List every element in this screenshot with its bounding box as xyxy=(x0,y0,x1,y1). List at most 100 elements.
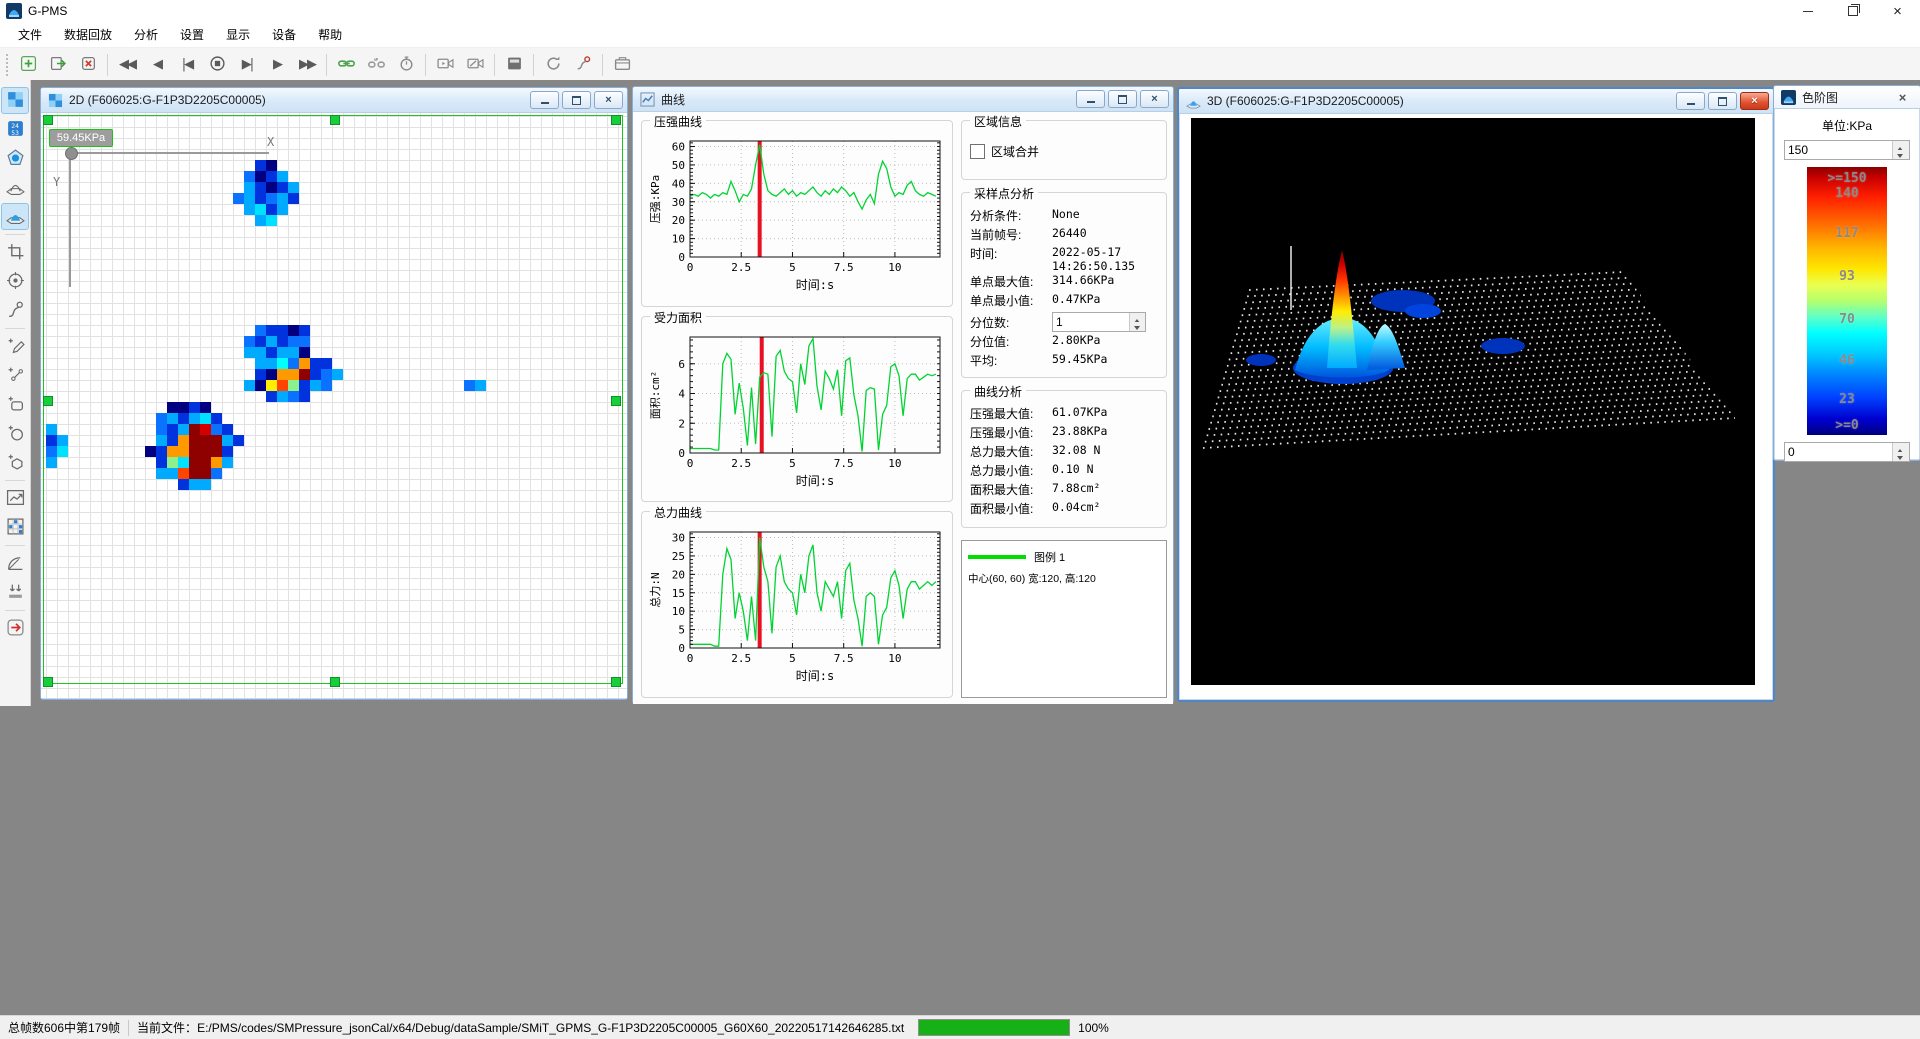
menu-item-0[interactable]: 文件 xyxy=(8,23,52,46)
selection-handle[interactable] xyxy=(611,677,621,687)
pressure-cell xyxy=(46,457,57,468)
press-analysis-button[interactable] xyxy=(1,579,29,606)
scale-min-input[interactable] xyxy=(1784,442,1910,462)
new-session-button[interactable] xyxy=(13,51,43,79)
add-line-button[interactable] xyxy=(1,362,29,389)
checkbox-box-icon[interactable] xyxy=(970,144,985,159)
surface-3d-view[interactable] xyxy=(1191,118,1755,685)
unlink-device-button[interactable] xyxy=(361,51,391,79)
pressure-cell xyxy=(211,457,222,468)
colormap-close-button[interactable]: × xyxy=(1889,89,1916,105)
window-curves-minimize-button[interactable] xyxy=(1076,90,1105,108)
refresh-button[interactable] xyxy=(538,51,568,79)
window-3d-maximize-button[interactable] xyxy=(1708,92,1737,110)
window-curves-maximize-button[interactable] xyxy=(1108,90,1137,108)
menu-item-2[interactable]: 分析 xyxy=(124,23,168,46)
minimize-button[interactable] xyxy=(1785,0,1830,22)
pressure-curve-chart[interactable]: 010203040506002.557.510压强:KPa时间:s xyxy=(646,133,948,293)
menu-item-6[interactable]: 帮助 xyxy=(308,23,352,46)
area-curve-chart[interactable]: 024602.557.510面积:cm²时间:s xyxy=(646,329,948,489)
selection-handle[interactable] xyxy=(43,677,53,687)
pressure-cell xyxy=(222,435,233,446)
video-stop-button[interactable] xyxy=(460,51,490,79)
menu-item-5[interactable]: 设备 xyxy=(262,23,306,46)
add-circle-button[interactable] xyxy=(1,420,29,447)
video-start-button[interactable] xyxy=(430,51,460,79)
export-data-button[interactable] xyxy=(1,615,29,642)
colormap-title: 色阶图 xyxy=(1802,89,1838,106)
window-2d-close-button[interactable]: × xyxy=(594,91,623,109)
svg-text:5: 5 xyxy=(789,457,796,470)
selection-handle[interactable] xyxy=(330,115,340,125)
export-file-button[interactable] xyxy=(43,51,73,79)
track-path-button[interactable] xyxy=(1,297,29,324)
view-values-button[interactable]: 2453 xyxy=(1,116,29,143)
play-button[interactable]: ▶ xyxy=(262,51,292,79)
selection-handle[interactable] xyxy=(611,115,621,125)
quantile-value-field[interactable] xyxy=(1053,313,1129,331)
quantile-input[interactable] xyxy=(1052,312,1146,332)
chart-tool-button[interactable] xyxy=(1,485,29,512)
selection-handle[interactable] xyxy=(43,396,53,406)
quantile-spinner[interactable] xyxy=(1129,313,1145,331)
menu-item-4[interactable]: 显示 xyxy=(216,23,260,46)
svg-text:时间:s: 时间:s xyxy=(796,669,834,683)
skip-backward-button[interactable]: ◀◀ xyxy=(112,51,142,79)
view-2d-button[interactable] xyxy=(1,87,29,114)
selection-handle[interactable] xyxy=(330,677,340,687)
colormap-titlebar[interactable]: 色阶图 × xyxy=(1774,86,1920,109)
scale-min-field[interactable] xyxy=(1785,443,1892,461)
menu-item-1[interactable]: 数据回放 xyxy=(54,23,122,46)
window-curves-close-button[interactable]: × xyxy=(1140,90,1169,108)
selection-rect xyxy=(43,115,623,684)
view-3d-button[interactable] xyxy=(1,203,29,230)
stop-button[interactable] xyxy=(202,51,232,79)
window-2d-minimize-button[interactable] xyxy=(530,91,559,109)
window-2d-maximize-button[interactable] xyxy=(562,91,591,109)
fast-forward-button[interactable]: ▶▶ xyxy=(292,51,322,79)
angle-analysis-button[interactable] xyxy=(1,550,29,577)
go-last-button[interactable]: ▶| xyxy=(232,51,262,79)
scale-min-spinner[interactable] xyxy=(1892,443,1909,461)
view-region-button[interactable] xyxy=(1,145,29,172)
scale-max-field[interactable] xyxy=(1785,141,1892,159)
crop-region-button[interactable] xyxy=(1,239,29,266)
matrix-tool-button[interactable] xyxy=(1,514,29,541)
region-merge-checkbox[interactable]: 区域合并 xyxy=(970,143,1166,160)
add-rect-button[interactable] xyxy=(1,391,29,418)
selection-handle[interactable] xyxy=(611,396,621,406)
close-button[interactable]: × xyxy=(1875,0,1920,22)
add-polygon-button[interactable] xyxy=(1,449,29,476)
svg-text:25: 25 xyxy=(672,550,685,563)
pressure-grid-2d[interactable]: 59.45KPa X Y xyxy=(41,113,627,698)
menu-item-3[interactable]: 设置 xyxy=(170,23,214,46)
force-curve-chart[interactable]: 05101520253002.557.510总力:N时间:s xyxy=(646,524,948,684)
center-point-button[interactable] xyxy=(1,268,29,295)
track-record-button[interactable] xyxy=(568,51,598,79)
window-3d-minimize-button[interactable] xyxy=(1676,92,1705,110)
window-3d-close-button[interactable]: × xyxy=(1740,92,1769,110)
scale-max-spinner[interactable] xyxy=(1892,141,1909,159)
file-manager-button[interactable] xyxy=(607,51,637,79)
window-2d-titlebar[interactable]: 2D (F606025:G-F1P3D2205C00005) × xyxy=(41,88,627,113)
restore-button[interactable] xyxy=(1830,0,1875,22)
delete-file-button[interactable] xyxy=(73,51,103,79)
selection-handle[interactable] xyxy=(43,115,53,125)
display-button[interactable] xyxy=(499,51,529,79)
window-curves-titlebar[interactable]: 曲线 × xyxy=(633,87,1173,112)
window-curves: 曲线 × 压强曲线 010203040506002.557.510压强:KPa时… xyxy=(632,86,1174,704)
link-device-button[interactable] xyxy=(331,51,361,79)
toolbar-grip[interactable] xyxy=(5,53,10,77)
window-3d-titlebar[interactable]: 3D (F606025:G-F1P3D2205C00005) × xyxy=(1179,89,1773,114)
svg-text:时间:s: 时间:s xyxy=(796,278,834,292)
draw-annotation-button[interactable] xyxy=(1,333,29,360)
step-backward-button[interactable]: ◀ xyxy=(142,51,172,79)
axis-origin-handle[interactable] xyxy=(65,147,78,160)
scale-max-input[interactable] xyxy=(1784,140,1910,160)
pressure-cell xyxy=(178,446,189,457)
timer-button[interactable] xyxy=(391,51,421,79)
pressure-cell xyxy=(266,369,277,380)
sidebar-separator xyxy=(5,545,25,546)
go-first-button[interactable]: |◀ xyxy=(172,51,202,79)
view-3d-wireframe-button[interactable] xyxy=(1,174,29,201)
